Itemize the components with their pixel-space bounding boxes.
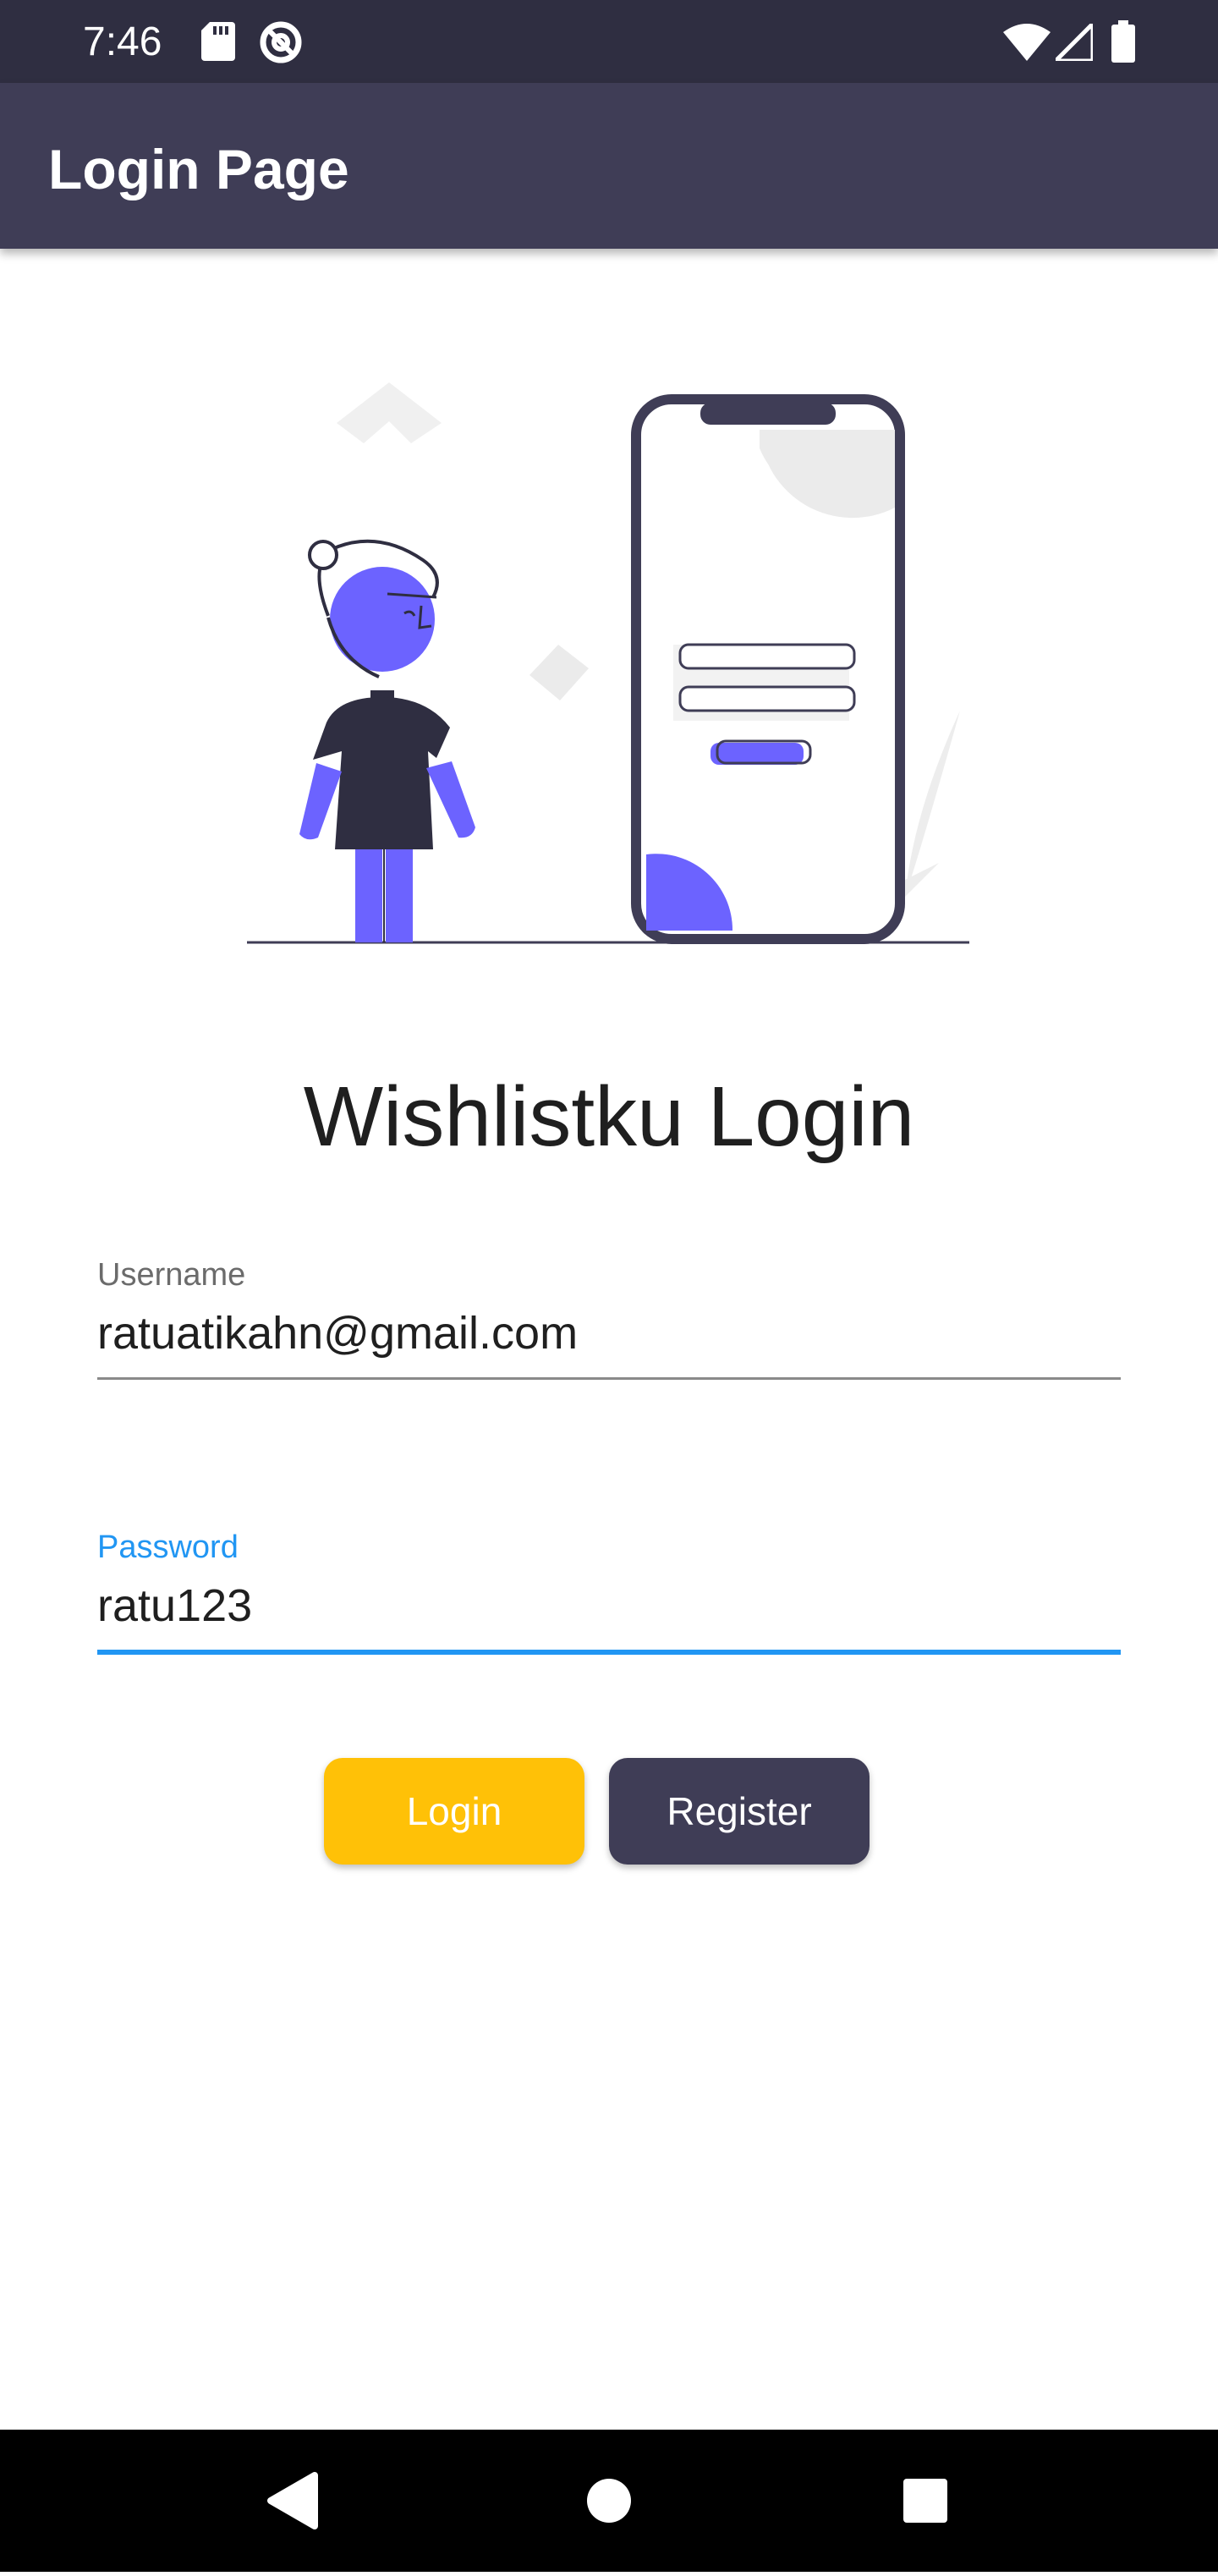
navigation-bar — [0, 2430, 1218, 2572]
sd-card-icon — [201, 22, 235, 65]
status-bar: 7:46 — [0, 0, 1218, 83]
username-input[interactable] — [97, 1306, 1121, 1360]
status-time: 7:46 — [83, 19, 162, 64]
username-field[interactable]: Username — [97, 1255, 1121, 1380]
recents-button[interactable] — [854, 2430, 996, 2572]
no-disturb-icon — [259, 20, 303, 69]
wifi-icon — [1003, 24, 1051, 65]
back-button[interactable] — [218, 2430, 360, 2572]
battery-icon — [1111, 20, 1135, 67]
app-bar: Login Page — [0, 83, 1218, 249]
login-button[interactable]: Login — [324, 1758, 584, 1865]
username-label: Username — [97, 1257, 246, 1293]
password-underline — [97, 1650, 1121, 1655]
cell-signal-icon — [1050, 18, 1095, 65]
back-icon — [267, 2472, 318, 2529]
recents-icon — [903, 2479, 947, 2523]
password-field[interactable]: Password — [97, 1528, 1121, 1655]
login-title: Wishlistku Login — [303, 1069, 915, 1164]
home-icon — [587, 2479, 631, 2523]
password-label: Password — [97, 1530, 239, 1565]
home-button[interactable] — [538, 2430, 680, 2572]
password-input[interactable] — [97, 1579, 1121, 1633]
app-bar-title: Login Page — [48, 138, 349, 200]
username-underline — [97, 1377, 1121, 1380]
register-button[interactable]: Register — [609, 1758, 870, 1865]
person-with-phone-login-illustration — [245, 372, 973, 947]
